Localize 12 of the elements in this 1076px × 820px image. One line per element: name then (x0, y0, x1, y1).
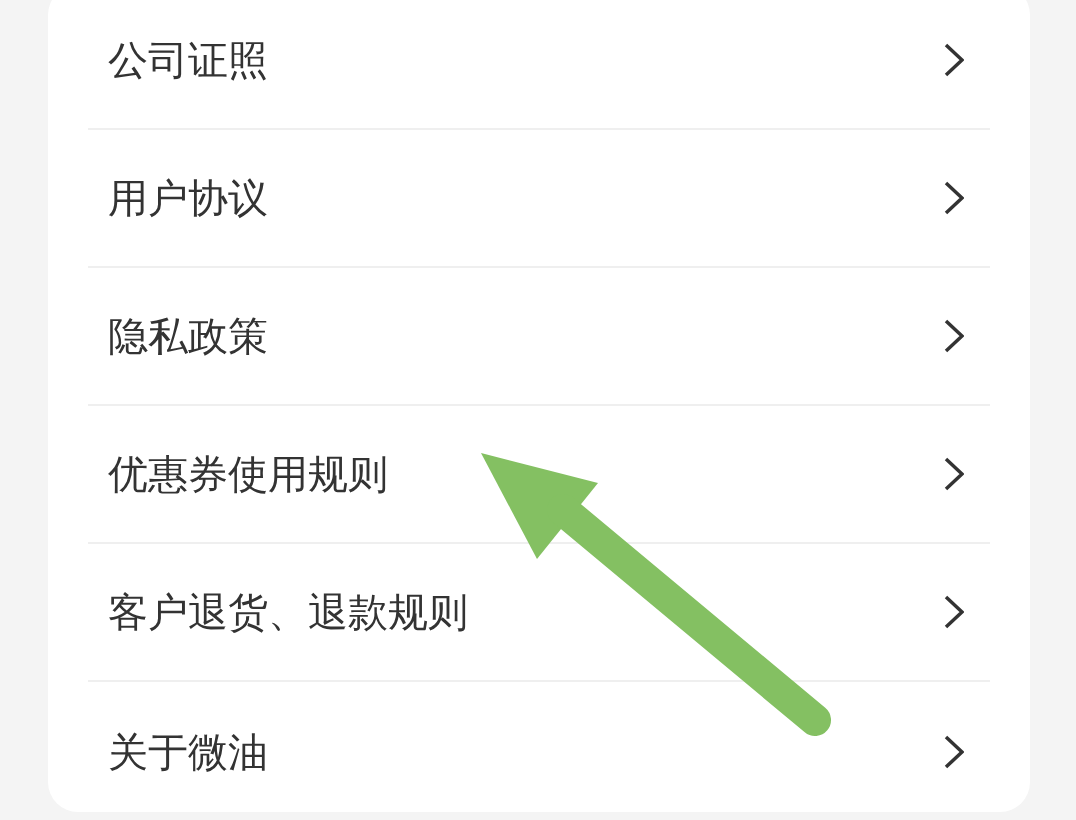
chevron-right-icon (944, 735, 964, 769)
chevron-right-icon (944, 457, 964, 491)
menu-item[interactable]: 公司证照 (88, 0, 990, 128)
chevron-right-icon (944, 181, 964, 215)
menu-item[interactable]: 用户协议 (88, 130, 990, 266)
menu-item[interactable]: 客户退货、退款规则 (88, 544, 990, 680)
chevron-right-icon (944, 43, 964, 77)
chevron-right-icon (944, 319, 964, 353)
chevron-right-icon (944, 595, 964, 629)
menu-item[interactable]: 关于微油 (88, 682, 990, 812)
menu-item[interactable]: 优惠券使用规则 (88, 406, 990, 542)
menu-item[interactable]: 隐私政策 (88, 268, 990, 404)
